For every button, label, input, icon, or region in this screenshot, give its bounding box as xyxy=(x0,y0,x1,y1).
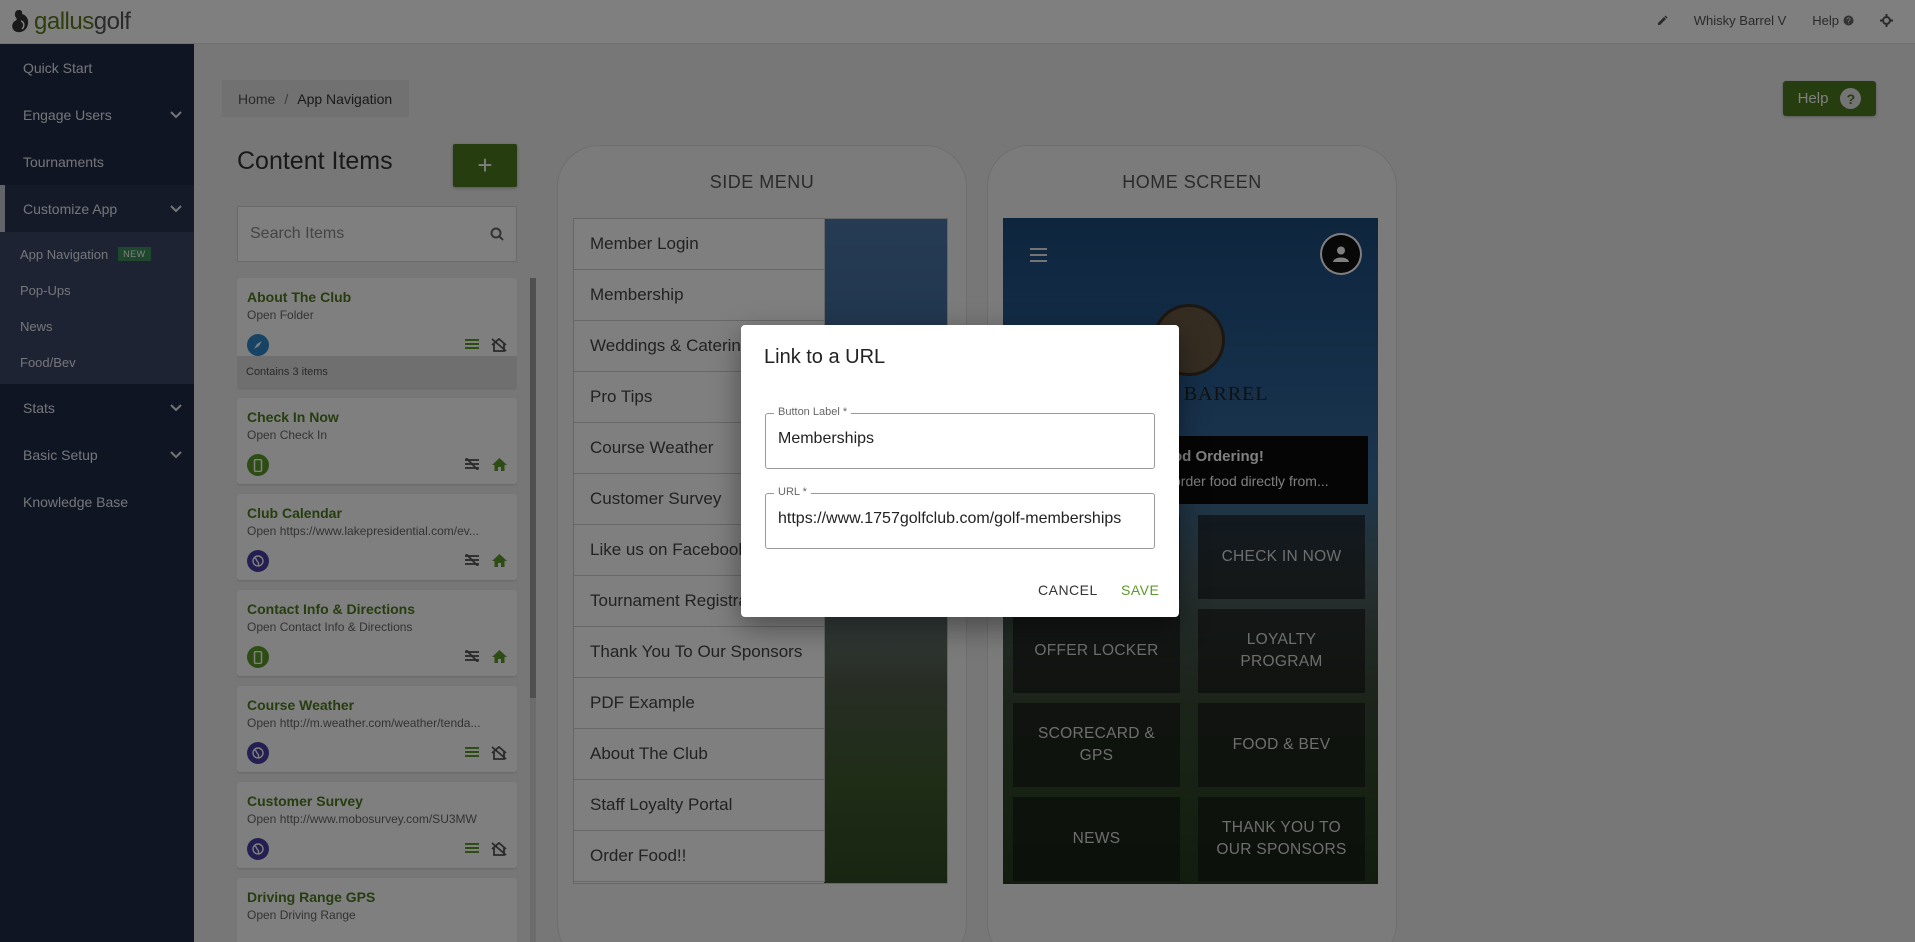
button-label-input[interactable] xyxy=(778,430,1144,448)
url-field-label: URL * xyxy=(774,486,811,498)
url-field[interactable]: URL * xyxy=(765,486,1155,549)
url-input[interactable] xyxy=(778,510,1144,528)
button-label-field-label: Button Label * xyxy=(774,406,852,418)
dialog-title: Link to a URL xyxy=(764,346,886,368)
link-url-dialog: Link to a URL Button Label * URL * CANCE… xyxy=(741,325,1179,617)
save-button[interactable]: SAVE xyxy=(1121,582,1159,598)
cancel-button[interactable]: CANCEL xyxy=(1038,582,1098,598)
button-label-field[interactable]: Button Label * xyxy=(765,406,1155,469)
